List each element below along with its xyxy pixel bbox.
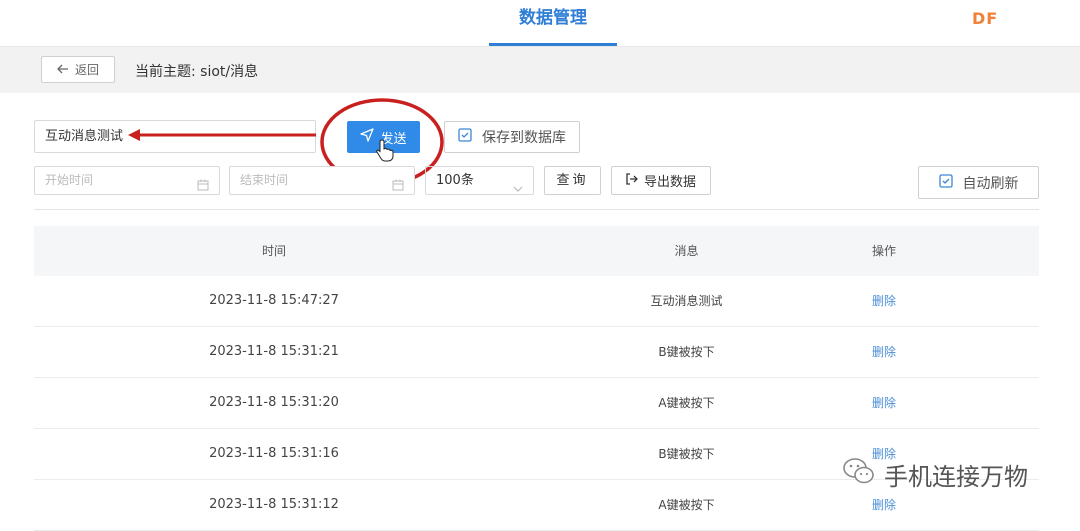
table-header: 时间 消息 操作: [34, 226, 1039, 276]
header-message: 消息: [674, 244, 699, 258]
row-message: B键被按下: [658, 447, 715, 461]
watermark-text: 手机连接万物: [884, 462, 1028, 491]
header-action: 操作: [871, 244, 896, 258]
tab-data-management[interactable]: 数据管理: [489, 0, 617, 46]
checkbox-icon: [458, 128, 472, 146]
limit-select[interactable]: 100条: [425, 166, 534, 195]
row-time: 2023-11-8 15:31:21: [209, 344, 339, 359]
header-time: 时间: [261, 244, 286, 258]
table-row: 2023-11-8 15:31:20 A键被按下 删除: [34, 378, 1039, 429]
arrow-left-icon: [57, 63, 69, 77]
wechat-icon: [842, 456, 876, 492]
query-button[interactable]: 查询: [544, 166, 601, 195]
divider: [34, 209, 1039, 210]
row-message: A键被按下: [658, 396, 715, 410]
current-topic: 当前主题: siot/消息: [135, 64, 259, 80]
table-row: 2023-11-8 15:31:21 B键被按下 删除: [34, 327, 1039, 378]
row-time: 2023-11-8 15:31:20: [209, 395, 339, 410]
hand-cursor-icon: [376, 139, 394, 162]
auto-refresh-label: 自动刷新: [962, 175, 1019, 192]
row-message: A键被按下: [658, 498, 715, 512]
end-time-input[interactable]: 结束时间: [229, 166, 415, 195]
watermark: 手机连接万物: [842, 456, 1028, 492]
limit-value: 100条: [436, 173, 474, 188]
calendar-icon: [197, 174, 209, 201]
row-time: 2023-11-8 15:47:27: [209, 293, 339, 308]
start-time-placeholder: 开始时间: [45, 173, 94, 187]
calendar-icon: [392, 174, 404, 201]
row-time: 2023-11-8 15:31:16: [209, 446, 339, 461]
annotation-arrow: [128, 129, 316, 141]
start-time-input[interactable]: 开始时间: [34, 166, 220, 195]
export-data-button[interactable]: 导出数据: [611, 166, 711, 195]
chevron-down-icon: [513, 176, 523, 203]
top-navbar: 数据管理 DF: [0, 0, 1080, 47]
topic-bar: 返回 当前主题: siot/消息: [0, 47, 1080, 93]
delete-link[interactable]: 删除: [849, 378, 919, 428]
back-label: 返回: [74, 63, 99, 77]
delete-link[interactable]: 删除: [849, 276, 919, 326]
checkbox-icon: [938, 173, 953, 192]
auto-refresh-button[interactable]: 自动刷新: [918, 166, 1039, 199]
save-to-database-button[interactable]: 保存到数据库: [444, 121, 580, 153]
row-time: 2023-11-8 15:31:12: [209, 497, 339, 512]
save-label: 保存到数据库: [482, 130, 566, 146]
back-button[interactable]: 返回: [41, 56, 115, 83]
end-time-placeholder: 结束时间: [240, 173, 289, 187]
brand-logo: DF: [972, 9, 999, 28]
export-icon: [626, 172, 638, 189]
delete-link[interactable]: 删除: [849, 327, 919, 377]
row-message: B键被按下: [658, 345, 715, 359]
row-message: 互动消息测试: [650, 294, 723, 308]
export-label: 导出数据: [643, 175, 696, 190]
table-row: 2023-11-8 15:47:27 互动消息测试 删除: [34, 276, 1039, 327]
